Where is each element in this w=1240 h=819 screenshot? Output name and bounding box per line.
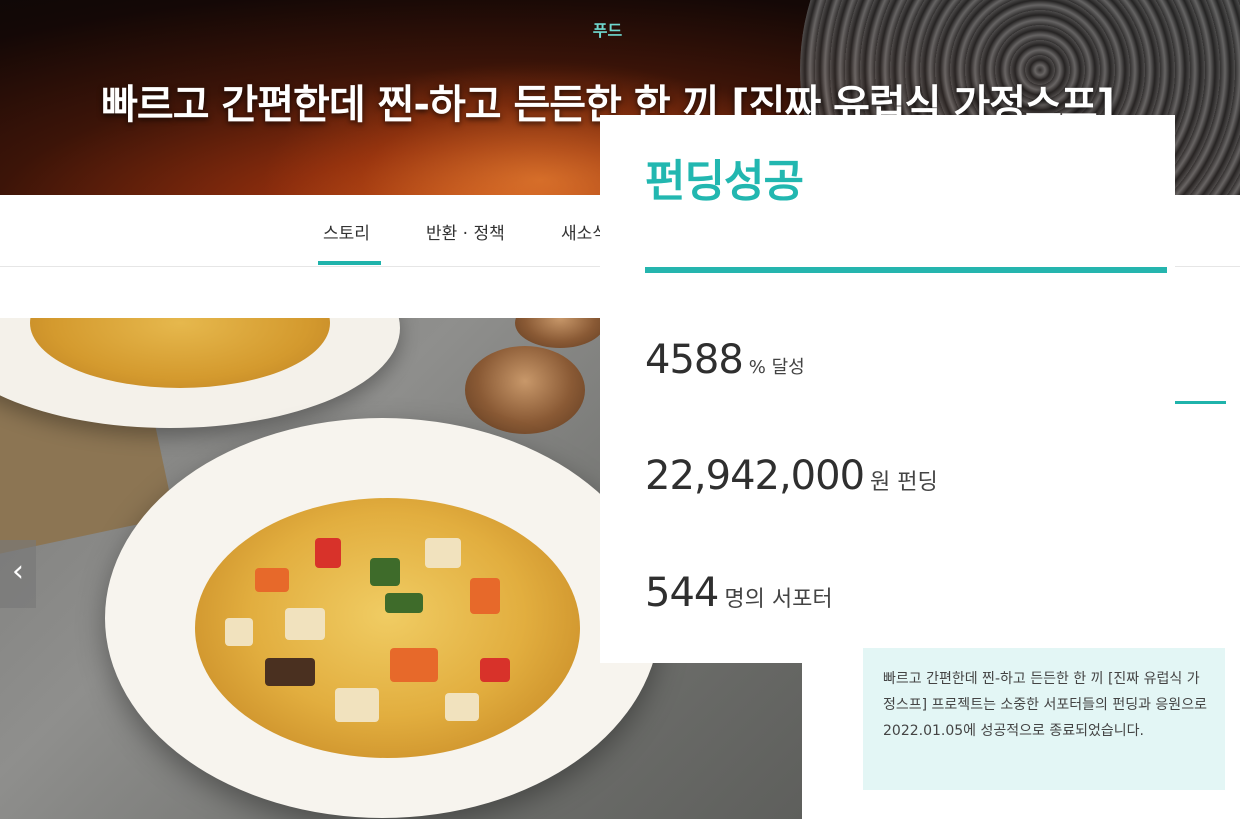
supporter-count-unit: 명의 서포터 <box>724 587 833 612</box>
vegetable <box>445 693 479 721</box>
achievement-rate-unit: % 달성 <box>748 357 805 378</box>
supporter-count-value: 544 <box>645 570 719 616</box>
funding-amount-value: 22,942,000 <box>645 453 865 499</box>
funding-amount: 22,942,000 원 펀딩 <box>645 453 938 499</box>
accent-line <box>1174 401 1226 404</box>
vegetable <box>335 688 379 722</box>
vegetable <box>385 593 423 613</box>
vegetable <box>370 558 400 586</box>
tab-story[interactable]: 스토리 <box>323 219 370 244</box>
funding-amount-unit: 원 펀딩 <box>870 470 938 495</box>
project-page: 푸드 빠르고 간편한데 찐-하고 든든한 한 끼 [진짜 유럽식 가정스프] 스… <box>0 0 1240 819</box>
vegetable <box>315 538 341 568</box>
vegetable <box>470 578 500 614</box>
mushroom-image <box>515 318 605 348</box>
funding-panel: 펀딩성공 4588% 달성 22,942,000 원 펀딩 544 명의 서포터 <box>600 115 1175 663</box>
supporter-count: 544 명의 서포터 <box>645 570 833 616</box>
vegetable <box>480 658 510 682</box>
funding-progress-bar <box>645 267 1167 273</box>
vegetable <box>390 648 438 682</box>
funding-status: 펀딩성공 <box>645 156 804 207</box>
main-soup <box>195 498 580 758</box>
achievement-rate: 4588% 달성 <box>645 337 805 383</box>
vegetable <box>265 658 315 686</box>
vegetable <box>225 618 253 646</box>
mushroom-image <box>465 346 585 434</box>
vegetable <box>285 608 325 640</box>
category-label[interactable]: 푸드 <box>0 17 1215 41</box>
achievement-rate-value: 4588 <box>645 337 744 383</box>
gallery-prev-button[interactable]: ‹ <box>0 540 36 608</box>
tab-refund-policy[interactable]: 반환 · 정책 <box>426 219 505 244</box>
vegetable <box>255 568 289 592</box>
active-tab-indicator <box>318 261 381 265</box>
vegetable <box>425 538 461 568</box>
completion-notice: 빠르고 간편한데 찐-하고 든든한 한 끼 [진짜 유럽식 가정스프] 프로젝트… <box>863 648 1225 790</box>
